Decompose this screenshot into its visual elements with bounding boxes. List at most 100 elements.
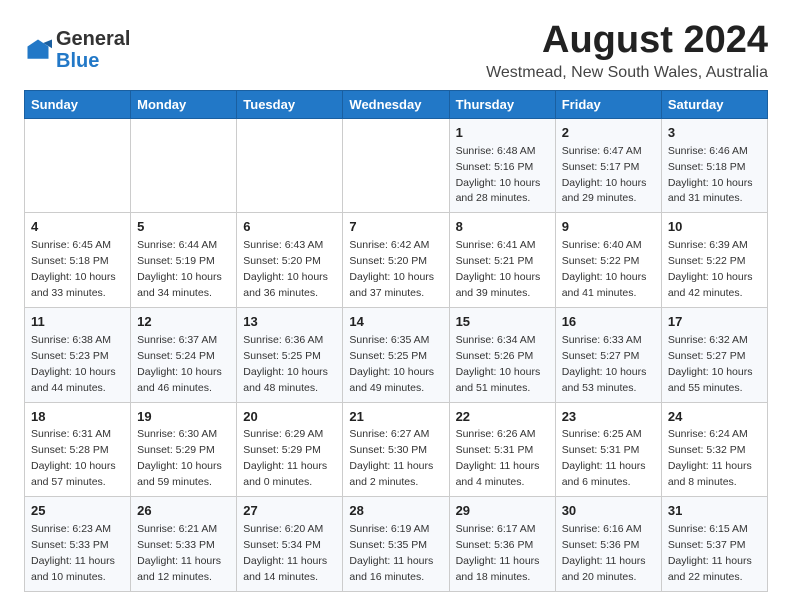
calendar-cell: 13Sunrise: 6:36 AM Sunset: 5:25 PM Dayli…	[237, 307, 343, 402]
calendar-cell: 27 Sunrise: 6:20 AM Sunset: 5:34 PM Dayli…	[237, 497, 343, 592]
day-number: 18	[31, 408, 124, 427]
day-info: Sunrise: 6:31 AM Sunset: 5:28 PM Dayligh…	[31, 428, 116, 488]
calendar-cell: 20Sunrise: 6:29 AM Sunset: 5:29 PM Dayli…	[237, 402, 343, 497]
day-number: 19	[137, 408, 230, 427]
calendar-cell: 30 Sunrise: 6:16 AM Sunset: 5:36 PM Dayli…	[555, 497, 661, 592]
day-info: Sunrise: 6:25 AM Sunset: 5:31 PM Dayligh…	[562, 428, 646, 488]
page-title: August 2024	[486, 20, 768, 62]
calendar-cell: 11Sunrise: 6:38 AM Sunset: 5:23 PM Dayli…	[25, 307, 131, 402]
day-number: 24	[668, 408, 761, 427]
day-info: Sunrise: 6:45 AM Sunset: 5:18 PM Dayligh…	[31, 239, 116, 299]
day-of-week-header: Thursday	[449, 90, 555, 118]
calendar-cell: 9 Sunrise: 6:40 AM Sunset: 5:22 PM Daylig…	[555, 213, 661, 308]
day-of-week-header: Wednesday	[343, 90, 449, 118]
day-info: Sunrise: 6:15 AM Sunset: 5:37 PM Dayligh…	[668, 523, 752, 583]
calendar-cell: 17 Sunrise: 6:32 AM Sunset: 5:27 PM Dayli…	[661, 307, 767, 402]
day-info: Sunrise: 6:26 AM Sunset: 5:31 PM Dayligh…	[456, 428, 540, 488]
calendar-cell: 18Sunrise: 6:31 AM Sunset: 5:28 PM Dayli…	[25, 402, 131, 497]
calendar-cell: 29 Sunrise: 6:17 AM Sunset: 5:36 PM Dayli…	[449, 497, 555, 592]
day-info: Sunrise: 6:38 AM Sunset: 5:23 PM Dayligh…	[31, 334, 116, 394]
day-number: 25	[31, 502, 124, 521]
day-info: Sunrise: 6:20 AM Sunset: 5:34 PM Dayligh…	[243, 523, 327, 583]
day-info: Sunrise: 6:46 AM Sunset: 5:18 PM Dayligh…	[668, 145, 753, 205]
day-info: Sunrise: 6:35 AM Sunset: 5:25 PM Dayligh…	[349, 334, 434, 394]
day-info: Sunrise: 6:47 AM Sunset: 5:17 PM Dayligh…	[562, 145, 647, 205]
calendar-cell: 19Sunrise: 6:30 AM Sunset: 5:29 PM Dayli…	[131, 402, 237, 497]
day-info: Sunrise: 6:42 AM Sunset: 5:20 PM Dayligh…	[349, 239, 434, 299]
days-of-week-row: SundayMondayTuesdayWednesdayThursdayFrid…	[25, 90, 768, 118]
day-number: 22	[456, 408, 549, 427]
calendar-cell: 23Sunrise: 6:25 AM Sunset: 5:31 PM Dayli…	[555, 402, 661, 497]
day-info: Sunrise: 6:36 AM Sunset: 5:25 PM Dayligh…	[243, 334, 328, 394]
day-info: Sunrise: 6:41 AM Sunset: 5:21 PM Dayligh…	[456, 239, 541, 299]
page-header: General Blue August 2024 Westmead, New S…	[24, 20, 768, 82]
calendar-cell: 12Sunrise: 6:37 AM Sunset: 5:24 PM Dayli…	[131, 307, 237, 402]
calendar-cell	[237, 118, 343, 213]
calendar-cell: 7 Sunrise: 6:42 AM Sunset: 5:20 PM Daylig…	[343, 213, 449, 308]
day-number: 10	[668, 218, 761, 237]
day-info: Sunrise: 6:39 AM Sunset: 5:22 PM Dayligh…	[668, 239, 753, 299]
day-number: 17	[668, 313, 761, 332]
calendar-cell: 1 Sunrise: 6:48 AM Sunset: 5:16 PM Daylig…	[449, 118, 555, 213]
calendar-cell: 14 Sunrise: 6:35 AM Sunset: 5:25 PM Dayli…	[343, 307, 449, 402]
day-number: 30	[562, 502, 655, 521]
calendar-week-row: 4 Sunrise: 6:45 AM Sunset: 5:18 PM Daylig…	[25, 213, 768, 308]
day-number: 28	[349, 502, 442, 521]
day-number: 2	[562, 124, 655, 143]
calendar-cell: 4 Sunrise: 6:45 AM Sunset: 5:18 PM Daylig…	[25, 213, 131, 308]
day-number: 21	[349, 408, 442, 427]
day-info: Sunrise: 6:34 AM Sunset: 5:26 PM Dayligh…	[456, 334, 541, 394]
day-info: Sunrise: 6:21 AM Sunset: 5:33 PM Dayligh…	[137, 523, 221, 583]
day-number: 3	[668, 124, 761, 143]
day-of-week-header: Tuesday	[237, 90, 343, 118]
day-info: Sunrise: 6:29 AM Sunset: 5:29 PM Dayligh…	[243, 428, 327, 488]
day-info: Sunrise: 6:43 AM Sunset: 5:20 PM Dayligh…	[243, 239, 328, 299]
calendar-table: SundayMondayTuesdayWednesdayThursdayFrid…	[24, 90, 768, 592]
calendar-cell: 16Sunrise: 6:33 AM Sunset: 5:27 PM Dayli…	[555, 307, 661, 402]
day-of-week-header: Saturday	[661, 90, 767, 118]
day-info: Sunrise: 6:17 AM Sunset: 5:36 PM Dayligh…	[456, 523, 540, 583]
calendar-cell: 31 Sunrise: 6:15 AM Sunset: 5:37 PM Dayli…	[661, 497, 767, 592]
day-number: 7	[349, 218, 442, 237]
day-number: 4	[31, 218, 124, 237]
calendar-cell: 22Sunrise: 6:26 AM Sunset: 5:31 PM Dayli…	[449, 402, 555, 497]
day-number: 9	[562, 218, 655, 237]
calendar-cell	[343, 118, 449, 213]
day-number: 5	[137, 218, 230, 237]
day-info: Sunrise: 6:33 AM Sunset: 5:27 PM Dayligh…	[562, 334, 647, 394]
day-of-week-header: Sunday	[25, 90, 131, 118]
calendar-cell	[25, 118, 131, 213]
day-number: 8	[456, 218, 549, 237]
day-number: 15	[456, 313, 549, 332]
calendar-cell: 21Sunrise: 6:27 AM Sunset: 5:30 PM Dayli…	[343, 402, 449, 497]
day-number: 29	[456, 502, 549, 521]
logo-blue-text: Blue	[56, 50, 99, 72]
day-info: Sunrise: 6:32 AM Sunset: 5:27 PM Dayligh…	[668, 334, 753, 394]
calendar-cell: 10 Sunrise: 6:39 AM Sunset: 5:22 PM Dayli…	[661, 213, 767, 308]
day-info: Sunrise: 6:48 AM Sunset: 5:16 PM Dayligh…	[456, 145, 541, 205]
calendar-cell: 2 Sunrise: 6:47 AM Sunset: 5:17 PM Daylig…	[555, 118, 661, 213]
logo-icon	[24, 36, 52, 64]
day-info: Sunrise: 6:30 AM Sunset: 5:29 PM Dayligh…	[137, 428, 222, 488]
calendar-header: SundayMondayTuesdayWednesdayThursdayFrid…	[25, 90, 768, 118]
logo: General Blue	[24, 28, 130, 72]
calendar-week-row: 1 Sunrise: 6:48 AM Sunset: 5:16 PM Daylig…	[25, 118, 768, 213]
page-subtitle: Westmead, New South Wales, Australia	[486, 64, 768, 82]
day-info: Sunrise: 6:16 AM Sunset: 5:36 PM Dayligh…	[562, 523, 646, 583]
calendar-cell: 6Sunrise: 6:43 AM Sunset: 5:20 PM Daylig…	[237, 213, 343, 308]
title-block: August 2024 Westmead, New South Wales, A…	[486, 20, 768, 82]
day-number: 20	[243, 408, 336, 427]
day-number: 1	[456, 124, 549, 143]
logo-general-text: General	[56, 28, 130, 50]
day-number: 31	[668, 502, 761, 521]
day-number: 26	[137, 502, 230, 521]
day-number: 14	[349, 313, 442, 332]
calendar-cell: 5Sunrise: 6:44 AM Sunset: 5:19 PM Daylig…	[131, 213, 237, 308]
calendar-week-row: 25Sunrise: 6:23 AM Sunset: 5:33 PM Dayli…	[25, 497, 768, 592]
day-of-week-header: Monday	[131, 90, 237, 118]
day-info: Sunrise: 6:40 AM Sunset: 5:22 PM Dayligh…	[562, 239, 647, 299]
day-number: 27	[243, 502, 336, 521]
calendar-week-row: 11Sunrise: 6:38 AM Sunset: 5:23 PM Dayli…	[25, 307, 768, 402]
calendar-week-row: 18Sunrise: 6:31 AM Sunset: 5:28 PM Dayli…	[25, 402, 768, 497]
calendar-cell: 24Sunrise: 6:24 AM Sunset: 5:32 PM Dayli…	[661, 402, 767, 497]
